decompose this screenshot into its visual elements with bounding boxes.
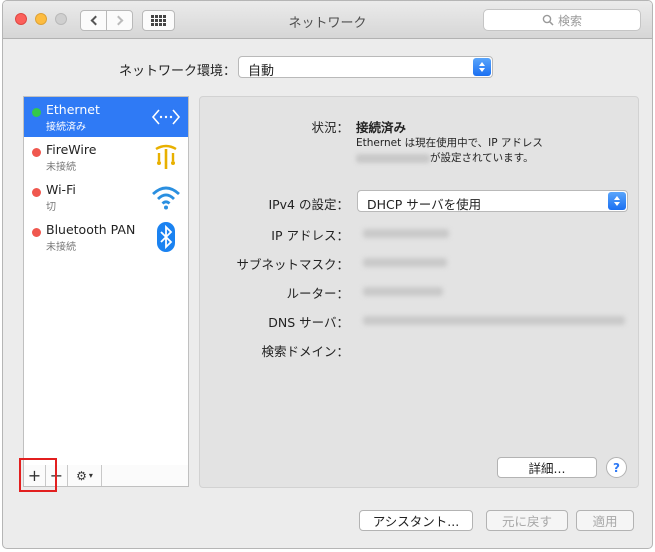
service-name: Wi-Fi	[46, 182, 76, 197]
bluetooth-icon	[157, 222, 175, 252]
router-label: ルーター：	[286, 286, 349, 301]
revert-button[interactable]: 元に戻す	[486, 510, 568, 531]
service-status: 切	[46, 202, 56, 213]
updown-arrows-icon	[473, 58, 491, 76]
assistant-button[interactable]: アシスタント...	[359, 510, 473, 531]
network-preferences-window: ネットワーク 検索 ネットワーク環境： 自動 Ethernet 接続済み Fir…	[2, 0, 653, 549]
service-list: Ethernet 接続済み FireWire 未接続 Wi-Fi 切 Bluet…	[23, 96, 189, 466]
ipv4-config-value: DHCP サーバを使用	[367, 197, 482, 212]
updown-arrows-icon	[608, 192, 626, 210]
location-select[interactable]: 自動	[238, 56, 493, 79]
search-placeholder: 検索	[557, 13, 582, 28]
gear-icon: ⚙	[76, 468, 87, 483]
search-field[interactable]: 検索	[483, 9, 641, 31]
blurred-ip	[356, 153, 430, 163]
ethernet-arrows-icon	[151, 109, 181, 125]
status-label: 状況：	[311, 120, 349, 135]
service-name: Bluetooth PAN	[46, 222, 136, 237]
dns-server-value	[363, 316, 625, 325]
chevron-down-icon: ▾	[88, 471, 93, 480]
ipv4-label: IPv4 の設定：	[268, 197, 349, 212]
subnet-mask-value	[363, 258, 447, 267]
status-dot	[32, 188, 41, 197]
apply-button[interactable]: 適用	[576, 510, 634, 531]
status-dot	[32, 228, 41, 237]
service-item-firewire[interactable]: FireWire 未接続	[24, 137, 188, 177]
status-description: Ethernet は現在使用中で、IP アドレス が設定されています。	[356, 136, 626, 166]
advanced-button[interactable]: 詳細...	[497, 457, 597, 478]
service-status: 未接続	[46, 162, 76, 173]
add-button-highlight	[19, 458, 57, 492]
status-dot	[32, 148, 41, 157]
service-status: 接続済み	[46, 122, 86, 133]
location-label: ネットワーク環境：	[119, 64, 237, 79]
firewire-icon	[155, 144, 177, 169]
help-button[interactable]: ?	[606, 457, 627, 478]
subnet-mask-label: サブネットマスク：	[236, 257, 349, 272]
router-value	[363, 287, 443, 296]
status-desc-line1: Ethernet は現在使用中で、IP アドレス	[356, 137, 543, 149]
ip-address-label: IP アドレス：	[271, 228, 349, 243]
status-value: 接続済み	[356, 120, 407, 135]
ipv4-config-select[interactable]: DHCP サーバを使用	[357, 190, 628, 212]
ip-address-value	[363, 229, 449, 238]
dns-server-label: DNS サーバ：	[268, 315, 349, 330]
search-icon	[542, 14, 554, 26]
action-menu-button[interactable]: ⚙ ▾	[68, 465, 102, 486]
status-dot	[32, 108, 41, 117]
service-item-wifi[interactable]: Wi-Fi 切	[24, 177, 188, 217]
search-domain-label: 検索ドメイン：	[261, 344, 349, 359]
service-item-bluetooth-pan[interactable]: Bluetooth PAN 未接続	[24, 217, 188, 257]
location-value: 自動	[248, 64, 275, 79]
service-name: FireWire	[46, 142, 97, 157]
wifi-icon	[152, 186, 180, 210]
status-desc-line2: が設定されています。	[356, 151, 626, 166]
service-status: 未接続	[46, 242, 76, 253]
title-bar: ネットワーク 検索	[3, 1, 652, 39]
service-name: Ethernet	[46, 102, 100, 117]
service-item-ethernet[interactable]: Ethernet 接続済み	[24, 97, 188, 137]
